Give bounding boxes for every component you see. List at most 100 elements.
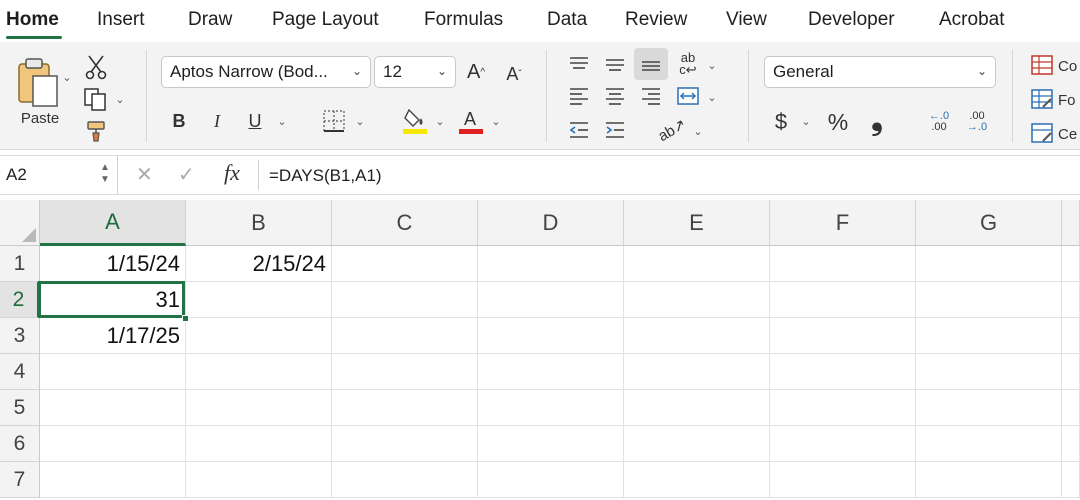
cell-c5[interactable]	[332, 390, 478, 426]
format-painter-icon[interactable]	[82, 118, 110, 144]
cell-f1[interactable]	[770, 246, 916, 282]
cell-c7[interactable]	[332, 462, 478, 498]
column-header-a[interactable]: A	[40, 200, 186, 246]
align-top-icon[interactable]	[566, 52, 592, 76]
cell-c4[interactable]	[332, 354, 478, 390]
cell-f7[interactable]	[770, 462, 916, 498]
fill-handle[interactable]	[182, 315, 189, 322]
cell-d7[interactable]	[478, 462, 624, 498]
percent-button[interactable]: %	[824, 108, 852, 136]
cell-e1[interactable]	[624, 246, 770, 282]
confirm-icon[interactable]: ✓	[178, 162, 195, 187]
paste-button[interactable]	[10, 52, 66, 116]
cell-b5[interactable]	[186, 390, 332, 426]
column-header-partial[interactable]	[1062, 200, 1080, 246]
cell-a4[interactable]	[40, 354, 186, 390]
conditional-formatting-icon[interactable]	[1030, 54, 1054, 76]
format-as-table-label[interactable]: Fo	[1058, 90, 1080, 110]
cell-f3[interactable]	[770, 318, 916, 354]
row-header-5[interactable]: 5	[0, 390, 40, 426]
cell-g4[interactable]	[916, 354, 1062, 390]
cell-g2[interactable]	[916, 282, 1062, 318]
wrap-text-icon[interactable]: ab c↩	[674, 50, 702, 78]
cell-e5[interactable]	[624, 390, 770, 426]
cell-b7[interactable]	[186, 462, 332, 498]
tab-developer[interactable]: Developer	[808, 9, 895, 31]
tab-data[interactable]: Data	[547, 9, 587, 31]
cell-f4[interactable]	[770, 354, 916, 390]
row-header-1[interactable]: 1	[0, 246, 40, 282]
orientation-chevron-down-icon[interactable]: ⌄	[692, 124, 704, 138]
column-header-f[interactable]: F	[770, 200, 916, 246]
cell-styles-label[interactable]: Ce	[1058, 124, 1080, 144]
tab-home[interactable]: Home	[6, 9, 59, 31]
cell-f5[interactable]	[770, 390, 916, 426]
row-header-6[interactable]: 6	[0, 426, 40, 462]
tab-page-layout[interactable]: Page Layout	[272, 9, 379, 31]
underline-chevron-down-icon[interactable]: ⌄	[276, 114, 288, 128]
cell-d5[interactable]	[478, 390, 624, 426]
increase-font-size-icon[interactable]: A ^	[462, 58, 490, 86]
merge-chevron-down-icon[interactable]: ⌄	[706, 90, 718, 104]
underline-button[interactable]: U	[244, 108, 266, 134]
align-right-icon[interactable]	[638, 84, 664, 108]
cell-a3[interactable]: 1/17/25	[40, 318, 186, 354]
column-header-e[interactable]: E	[624, 200, 770, 246]
cell-partial[interactable]	[1062, 246, 1080, 282]
column-header-g[interactable]: G	[916, 200, 1062, 246]
cell-a1[interactable]: 1/15/24	[40, 246, 186, 282]
cell-d1[interactable]	[478, 246, 624, 282]
cut-scissors-icon[interactable]	[84, 54, 108, 80]
cell-b6[interactable]	[186, 426, 332, 462]
font-color-chevron-down-icon[interactable]: ⌄	[490, 114, 502, 128]
tab-formulas[interactable]: Formulas	[424, 9, 503, 31]
cell-g3[interactable]	[916, 318, 1062, 354]
copy-dropdown-chevron-icon[interactable]: ⌄	[114, 92, 126, 106]
cell-c1[interactable]	[332, 246, 478, 282]
cell-c6[interactable]	[332, 426, 478, 462]
copy-icon[interactable]	[82, 86, 110, 112]
cell-c3[interactable]	[332, 318, 478, 354]
fill-color-icon[interactable]	[400, 106, 430, 136]
cell-e2[interactable]	[624, 282, 770, 318]
row-header-3[interactable]: 3	[0, 318, 40, 354]
currency-chevron-down-icon[interactable]: ⌄	[800, 114, 812, 128]
align-center-icon[interactable]	[602, 84, 628, 108]
row-header-7[interactable]: 7	[0, 462, 40, 498]
increase-indent-icon[interactable]	[602, 118, 628, 142]
cell-f2[interactable]	[770, 282, 916, 318]
column-header-c[interactable]: C	[332, 200, 478, 246]
cell-b2[interactable]	[186, 282, 332, 318]
column-header-b[interactable]: B	[186, 200, 332, 246]
borders-chevron-down-icon[interactable]: ⌄	[354, 114, 366, 128]
cell-partial[interactable]	[1062, 462, 1080, 498]
number-format-dropdown[interactable]: General ⌄	[764, 56, 996, 88]
cancel-icon[interactable]: ✕	[136, 162, 153, 187]
tab-draw[interactable]: Draw	[188, 9, 232, 31]
format-as-table-icon[interactable]	[1030, 88, 1054, 110]
cell-partial[interactable]	[1062, 354, 1080, 390]
cell-d6[interactable]	[478, 426, 624, 462]
wrap-text-chevron-down-icon[interactable]: ⌄	[706, 58, 718, 72]
align-middle-icon[interactable]	[602, 52, 628, 76]
cell-c2[interactable]	[332, 282, 478, 318]
cell-d4[interactable]	[478, 354, 624, 390]
select-all-corner[interactable]	[0, 200, 40, 246]
fill-color-chevron-down-icon[interactable]: ⌄	[434, 114, 446, 128]
font-name-dropdown[interactable]: Aptos Narrow (Bod... ⌄	[161, 56, 371, 88]
orientation-icon[interactable]: ab↗	[654, 113, 690, 148]
row-header-4[interactable]: 4	[0, 354, 40, 390]
cell-d3[interactable]	[478, 318, 624, 354]
font-color-icon[interactable]: A	[456, 106, 486, 136]
cell-b3[interactable]	[186, 318, 332, 354]
cell-e6[interactable]	[624, 426, 770, 462]
tab-acrobat[interactable]: Acrobat	[939, 9, 1004, 31]
cell-partial[interactable]	[1062, 390, 1080, 426]
cell-partial[interactable]	[1062, 282, 1080, 318]
conditional-formatting-label[interactable]: Co	[1058, 56, 1080, 76]
cell-b1[interactable]: 2/15/24	[186, 246, 332, 282]
paste-dropdown-chevron-icon[interactable]: ⌄	[61, 70, 73, 84]
tab-view[interactable]: View	[726, 9, 767, 31]
cell-a6[interactable]	[40, 426, 186, 462]
tab-review[interactable]: Review	[625, 9, 687, 31]
